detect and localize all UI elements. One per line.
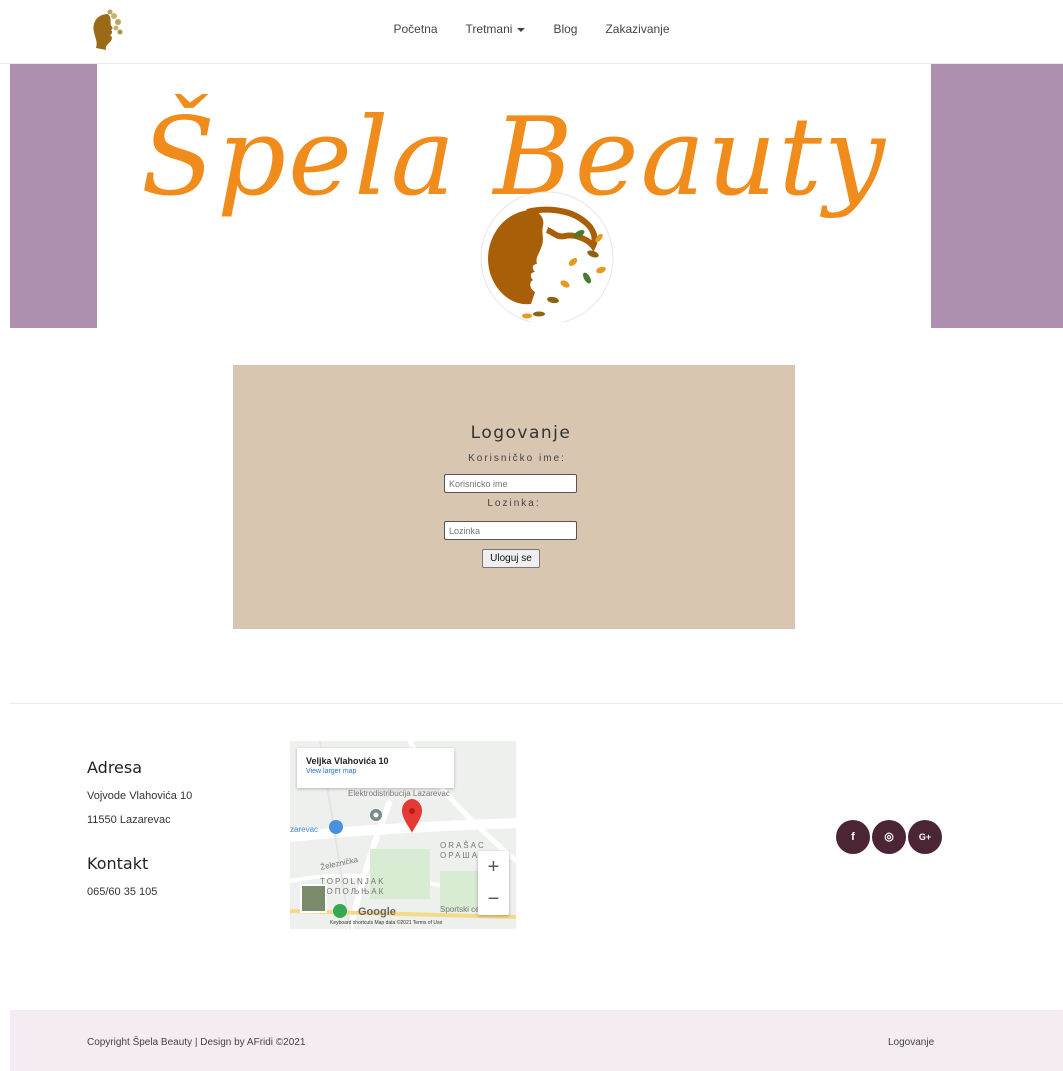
nav-pocetna[interactable]: Početna: [393, 22, 437, 36]
contact-heading: Kontakt: [87, 854, 149, 873]
login-submit-button[interactable]: Uloguj se: [482, 549, 540, 568]
nav-blog[interactable]: Blog: [553, 22, 577, 36]
password-input[interactable]: [444, 521, 577, 540]
map-label-orasac: ORAŠAC: [440, 841, 486, 850]
map-zoom-control: + −: [478, 851, 509, 915]
address-heading: Adresa: [87, 758, 143, 777]
address-line-2: 11550 Lazarevac: [87, 814, 171, 826]
google-logo: Google: [358, 906, 396, 918]
google-plus-icon[interactable]: G+: [908, 820, 942, 854]
map-satellite-toggle[interactable]: [300, 884, 327, 913]
instagram-icon[interactable]: ◎: [872, 820, 906, 854]
facebook-icon[interactable]: f: [836, 820, 870, 854]
main-menu: Početna Tretmani Blog Zakazivanje: [0, 22, 1063, 36]
top-navbar: Početna Tretmani Blog Zakazivanje: [0, 0, 1063, 64]
map-place-title: Veljka Vlahovića 10: [306, 756, 389, 766]
map-label-lazarevac: zarevac: [290, 825, 319, 834]
map-label-topolnjak-cyr: ТОПОЉЊАК: [320, 887, 386, 896]
view-larger-map-link[interactable]: View larger map: [306, 768, 454, 775]
zoom-out-icon[interactable]: −: [478, 883, 509, 915]
login-form: Logovanje Korisničko ime: Lozinka: Ulogu…: [233, 365, 795, 629]
password-label: Lozinka:: [487, 498, 541, 509]
map-attribution: Keyboard shortcuts Map data ©2021 Terms …: [330, 920, 443, 926]
footer-divider: [10, 703, 1063, 704]
username-input[interactable]: [444, 474, 577, 493]
bottom-bar: Copyright Špela Beauty | Design by AFrid…: [10, 1010, 1063, 1071]
nav-tretmani-dropdown[interactable]: Tretmani: [466, 22, 526, 36]
address-line-1: Vojvode Vlahovića 10: [87, 790, 193, 802]
hero-banner: Špela Beauty: [10, 64, 1063, 328]
copyright-text: Copyright Špela Beauty | Design by AFrid…: [87, 1037, 306, 1048]
footer-login-link[interactable]: Logovanje: [888, 1037, 934, 1048]
phone-number: 065/60 35 105: [87, 886, 158, 898]
login-heading: Logovanje: [470, 423, 572, 443]
zoom-in-icon[interactable]: +: [478, 851, 509, 883]
caret-down-icon: [517, 27, 526, 32]
nav-zakazivanje[interactable]: Zakazivanje: [605, 22, 669, 36]
map-place-card: Veljka Vlahovića 10 View larger map: [297, 748, 454, 788]
map-label-elektrodistribucija: Elektrodistribucija Lazarevac: [348, 789, 450, 798]
google-map[interactable]: Elektrodistribucija Lazarevac zarevac OR…: [290, 741, 516, 929]
hero-image: Špela Beauty: [97, 64, 931, 328]
map-label-topolnjak: TOPOLNJAK: [320, 877, 386, 886]
username-label: Korisničko ime:: [468, 453, 566, 464]
nav-tretmani-label: Tretmani: [465, 22, 513, 36]
woman-profile-logo-icon: [480, 191, 614, 322]
